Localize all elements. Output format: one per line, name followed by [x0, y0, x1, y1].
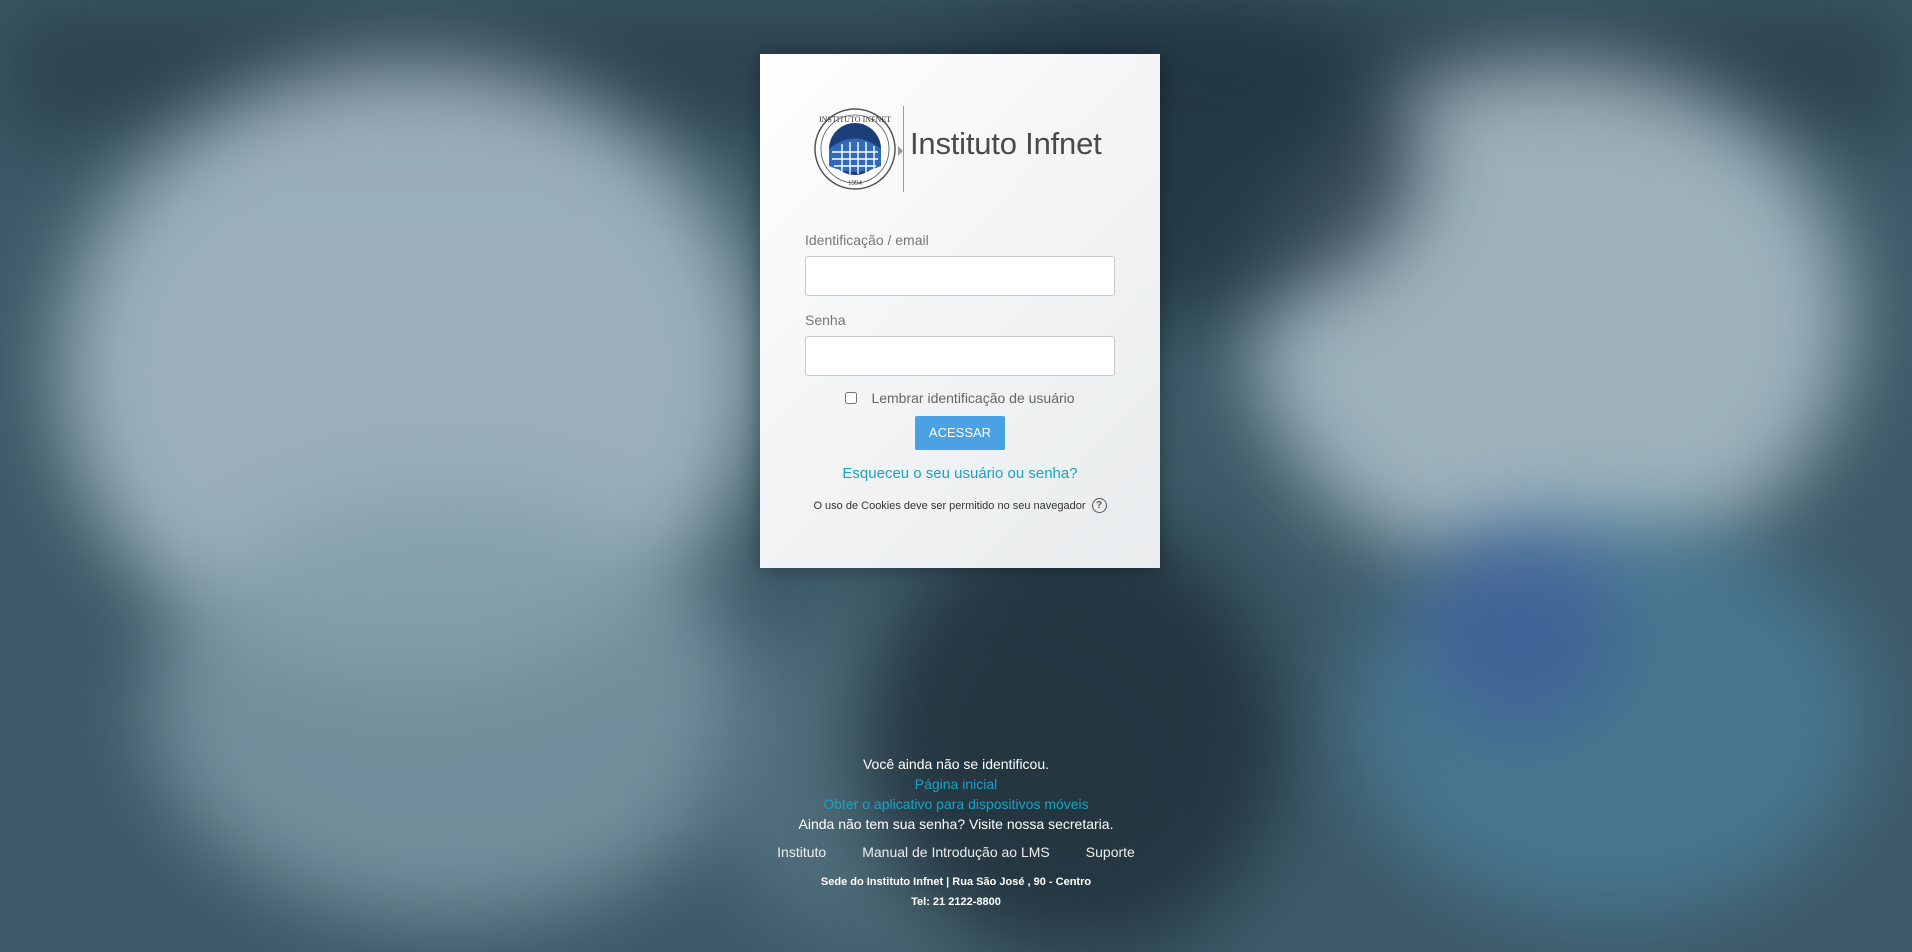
seal-icon: INSTITUTO INFNET 1994: [814, 108, 896, 190]
remember-label: Lembrar identificação de usuário: [871, 390, 1075, 406]
svg-text:1994: 1994: [848, 179, 863, 187]
remember-checkbox[interactable]: [845, 392, 858, 404]
institute-name: Instituto Infnet: [910, 126, 1102, 161]
cookies-notice-text: O uso de Cookies deve ser permitido no s…: [813, 499, 1086, 512]
footer-link-suporte[interactable]: Suporte: [1086, 844, 1135, 860]
forgot-password-link[interactable]: Esqueceu o seu usuário ou senha?: [805, 465, 1115, 482]
logo-arrow: [898, 146, 903, 156]
home-link[interactable]: Página inicial: [0, 774, 1912, 794]
cookies-notice: O uso de Cookies deve ser permitido no s…: [805, 498, 1115, 513]
remember-row: Lembrar identificação de usuário: [805, 388, 1115, 408]
username-input[interactable]: [805, 256, 1115, 296]
username-label: Identificação / email: [805, 232, 929, 248]
footer-link-manual[interactable]: Manual de Introdução ao LMS: [862, 844, 1050, 860]
mobile-app-link[interactable]: Obter o aplicativo para dispositivos móv…: [0, 794, 1912, 814]
footer-link-instituto[interactable]: Instituto: [777, 844, 826, 860]
footer-nav: Instituto Manual de Introdução ao LMS Su…: [0, 844, 1912, 860]
login-button[interactable]: ACESSAR: [915, 416, 1005, 450]
question-circle-icon[interactable]: ?: [1091, 498, 1107, 513]
phone-text: Tel: 21 2122-8800: [911, 896, 1001, 908]
page-footer: Você ainda não se identificou. Página in…: [0, 754, 1912, 912]
login-status-text: Você ainda não se identificou.: [862, 756, 1050, 772]
svg-text:INSTITUTO INFNET: INSTITUTO INFNET: [819, 115, 891, 124]
logo-divider: [903, 106, 904, 192]
address-text: Sede do Instituto Infnet | Rua São José …: [820, 876, 1092, 888]
login-card: INSTITUTO INFNET 1994 Instituto Infnet I…: [760, 54, 1160, 568]
login-form: Identificação / email Senha Lembrar iden…: [805, 232, 1115, 513]
address-block: Sede do Instituto Infnet | Rua São José …: [0, 872, 1912, 912]
password-label: Senha: [805, 312, 846, 328]
password-input[interactable]: [805, 336, 1115, 376]
no-password-text: Ainda não tem sua senha? Visite nossa se…: [798, 816, 1114, 832]
